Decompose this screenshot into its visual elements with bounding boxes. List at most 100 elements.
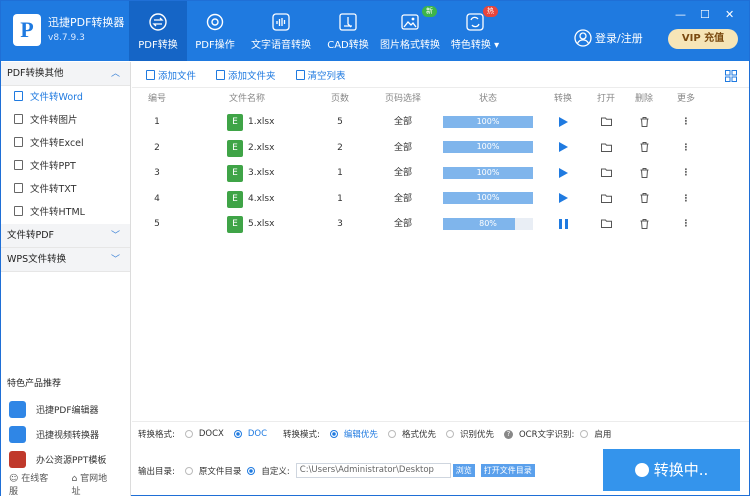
nav-tab-label: 文字语音转换 [251,40,311,51]
product-label: 迅捷视频转换器 [36,430,100,441]
browse-button[interactable]: 浏览 [452,464,475,477]
app-logo: P [13,14,41,46]
play-icon[interactable] [558,167,568,178]
add-folder-button[interactable]: 添加文件夹 [216,68,276,82]
ocr-enable-checkbox[interactable]: 启用 [580,428,611,440]
sidebar-item-to-html[interactable]: 文件转HTML [1,201,130,224]
trash-icon[interactable] [640,142,649,152]
sidebar-item-to-txt[interactable]: 文件转TXT [1,178,130,201]
cell-pages: 1 [337,168,343,178]
mode-format-radio[interactable]: 格式优先 [387,428,436,440]
more-icon[interactable]: ⋮ [682,117,691,127]
ppt-file-icon [14,160,23,170]
folder-open-icon[interactable] [600,168,612,177]
folder-open-icon[interactable] [600,219,612,228]
mode-label: 转换模式: [283,430,320,440]
add-file-button[interactable]: 添加文件 [146,68,196,82]
cell-range[interactable]: 全部 [368,161,438,187]
output-custom-radio[interactable]: 自定义: [247,465,290,477]
more-icon[interactable]: ⋮ [682,168,691,178]
sidebar-group-wps[interactable]: WPS文件转换 ﹀ [1,248,130,272]
play-icon[interactable] [558,142,568,152]
mode-edit-radio[interactable]: 编辑优先 [329,428,378,440]
mode-ocr-radio[interactable]: 识别优先 [445,428,494,440]
col-pages: 页数 [330,94,349,104]
trash-icon[interactable] [640,116,649,127]
cell-range[interactable]: 全部 [368,110,438,136]
table-row[interactable]: 4 E 4.xlsx 1 全部 100% ⋮ [132,187,749,213]
login-label: 登录/注册 [595,32,643,45]
folder-open-icon[interactable] [600,194,612,203]
vip-recharge-button[interactable]: VIP 充值 [668,29,738,49]
play-icon[interactable] [558,193,568,203]
sidebar-group-to-pdf[interactable]: 文件转PDF ﹀ [1,224,130,248]
progress-bar: 100% [443,141,533,153]
format-doc-radio[interactable]: DOC [233,429,267,439]
nav-tab-pdf-convert[interactable]: PDF转换 [129,1,187,61]
pause-icon[interactable] [558,218,568,229]
nav-tab-pdf-ops[interactable]: PDF操作 [187,1,243,61]
table-row[interactable]: 5 E 5.xlsx 3 全部 80% ⋮ [132,212,749,238]
sidebar-group-pdf-other[interactable]: PDF转换其他 ︿ [1,62,130,86]
trash-icon [295,69,305,80]
output-label: 输出目录: [138,466,175,477]
sidebar-item-label: 文件转TXT [30,184,77,195]
cell-no: 3 [154,168,160,178]
sidebar-item-to-word[interactable]: 文件转Word [1,86,130,109]
help-icon[interactable]: ? [503,429,513,439]
website-link[interactable]: ⌂ 官网地址 [72,471,119,496]
product-ppt-template[interactable]: 办公资源PPT模板 [9,448,106,470]
open-dir-button[interactable]: 打开文件目录 [480,464,535,477]
product-pdf-editor[interactable]: 迅捷PDF编辑器 [9,398,99,420]
table-row[interactable]: 1 E 1.xlsx 5 全部 100% ⋮ [132,110,749,136]
product-video-converter[interactable]: 迅捷视频转换器 [9,423,99,445]
cell-filename: E 4.xlsx [182,187,312,213]
sidebar-item-to-image[interactable]: 文件转图片 [1,109,130,132]
minimize-button[interactable]: — [675,8,686,21]
clear-list-button[interactable]: 清空列表 [295,68,346,82]
file-table-body: 1 E 1.xlsx 5 全部 100% ⋮ 2 E 2.xlsx 2 全部 100% ⋮ 3 E 3.xlsx… [132,110,749,238]
output-source-radio[interactable]: 原文件目录 [184,465,241,477]
table-row[interactable]: 2 E 2.xlsx 2 全部 100% ⋮ [132,136,749,162]
play-icon[interactable] [558,116,568,127]
nav-tab-image-format[interactable]: 图片格式转换 新 [377,1,443,61]
progress-text: 100% [476,193,500,202]
more-icon[interactable]: ⋮ [682,143,691,153]
format-docx-radio[interactable]: DOCX [184,429,224,439]
folder-open-icon[interactable] [600,143,612,152]
sidebar-item-to-excel[interactable]: 文件转Excel [1,132,130,155]
online-service-link[interactable]: ☺ 在线客服 [9,471,60,496]
nav-tab-cad[interactable]: CAD转换 [319,1,377,61]
excel-icon: E [227,165,243,183]
format-options: 转换格式: DOCX DOC 转换模式: 编辑优先 格式优先 识别优先 ? OC… [138,428,621,440]
ocr-label: OCR文字识别: [518,430,575,440]
trash-icon[interactable] [640,218,649,229]
cell-range[interactable]: 全部 [368,187,438,213]
cell-more: ⋮ [664,161,708,187]
output-path-field[interactable]: C:\Users\Administrator\Desktop [295,463,451,478]
nav-tab-special[interactable]: 特色转换 ▾ 热 [443,1,507,61]
cell-range[interactable]: 全部 [368,136,438,162]
col-status: 状态 [478,94,497,104]
close-button[interactable]: ✕ [725,8,734,21]
sidebar-item-to-ppt[interactable]: 文件转PPT [1,155,130,178]
cell-status: 100% [438,161,538,187]
radio-checked-icon [247,466,256,475]
gear-icon [206,13,224,31]
more-icon[interactable]: ⋮ [682,194,691,204]
convert-button[interactable]: 转换中.. [603,449,740,491]
table-row[interactable]: 3 E 3.xlsx 1 全部 100% ⋮ [132,161,749,187]
nav-tab-text-speech[interactable]: 文字语音转换 [243,1,319,61]
cell-convert [538,136,588,162]
cell-convert [538,187,588,213]
maximize-button[interactable]: ☐ [700,8,710,21]
cell-range[interactable]: 全部 [368,212,438,238]
image-file-icon [14,114,23,124]
grid-view-icon[interactable] [725,70,737,82]
folder-open-icon[interactable] [600,117,612,126]
trash-icon[interactable] [640,193,649,203]
excel-icon: E [227,190,243,208]
more-icon[interactable]: ⋮ [682,219,691,229]
login-button[interactable]: 登录/注册 [574,29,643,47]
trash-icon[interactable] [640,167,649,178]
